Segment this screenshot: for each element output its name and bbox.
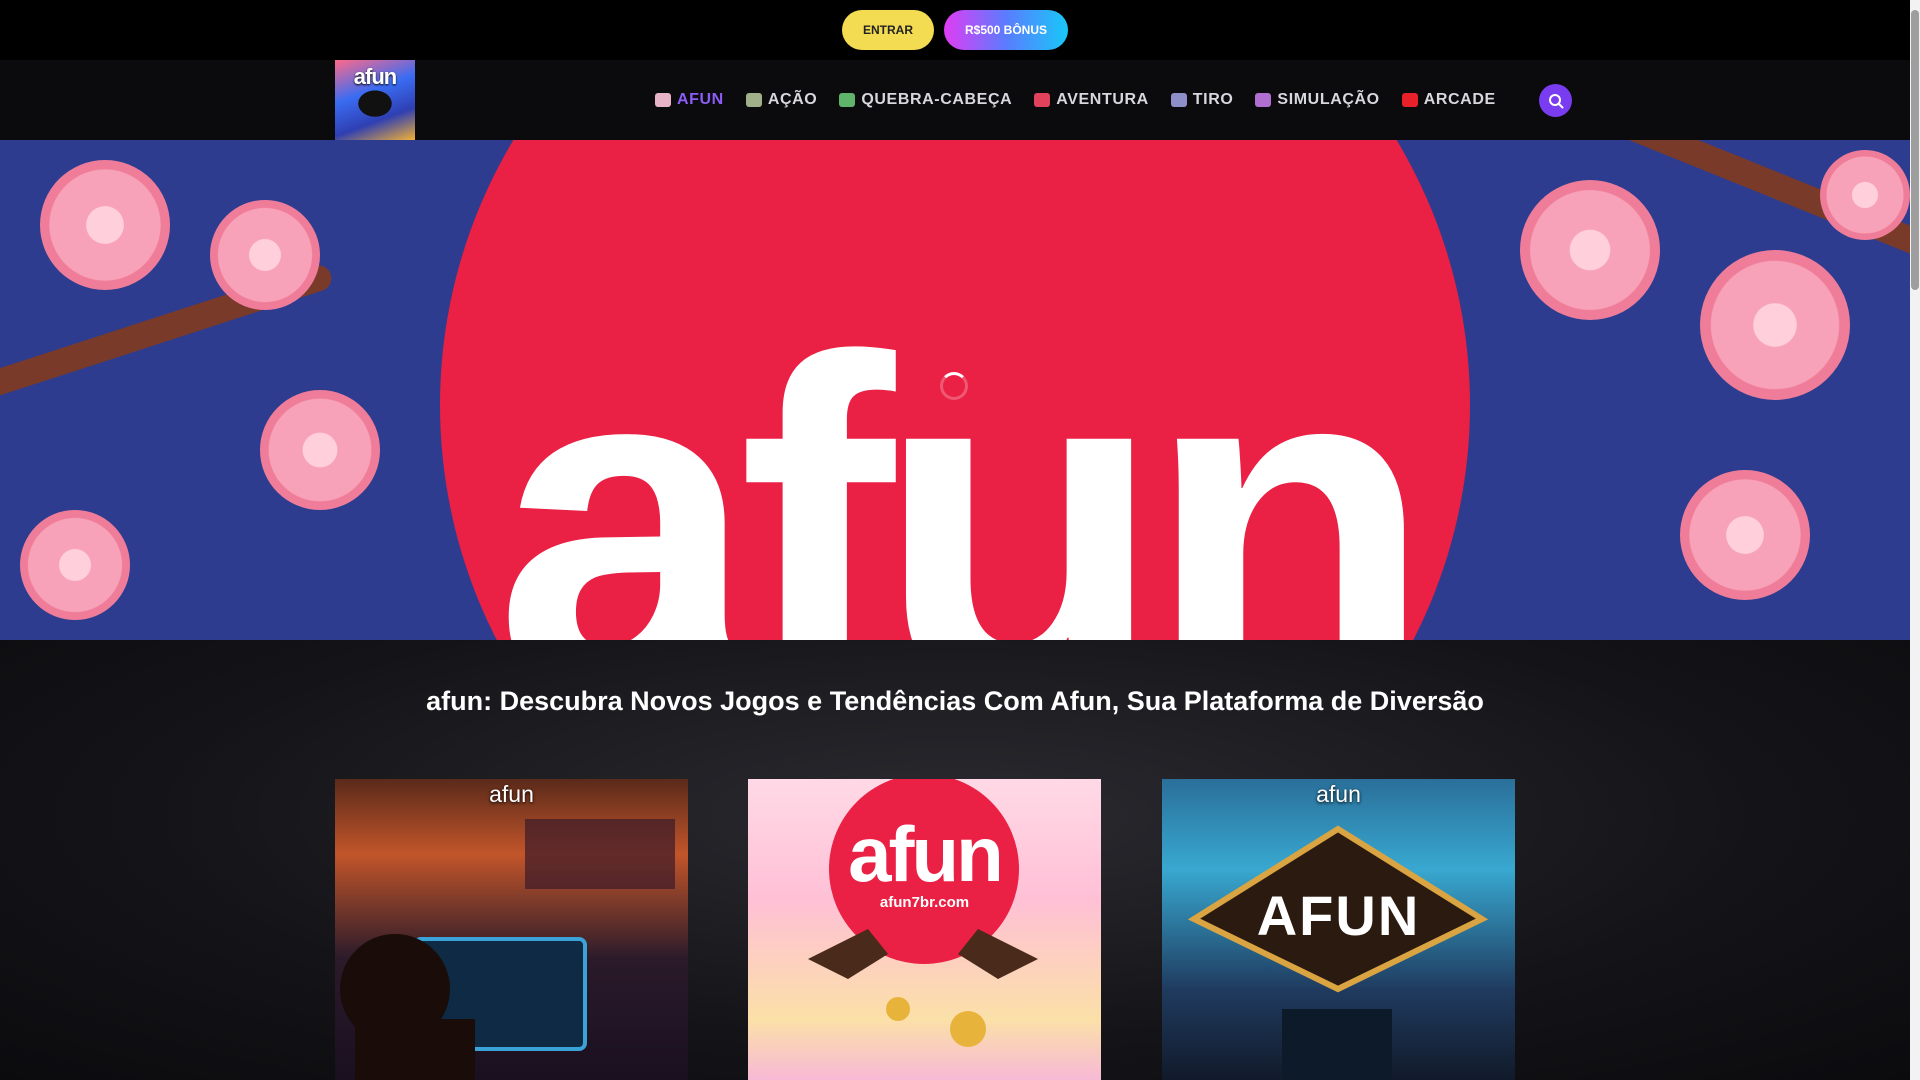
robot-icon [1255, 93, 1272, 107]
nav-item-label: AÇÃO [767, 91, 818, 108]
card-url-text: afun7br.com [879, 894, 970, 911]
scrollbar-thumb[interactable] [1911, 10, 1919, 290]
nav-item-acao[interactable]: AÇÃO [745, 91, 818, 109]
nav-item-simulacao[interactable]: SIMULAÇÃO [1255, 91, 1379, 109]
game-card[interactable]: afun AFUN [1162, 779, 1515, 1080]
auth-bar: ENTRAR R$500 BÔNUS [0, 0, 1910, 60]
search-button[interactable] [1539, 84, 1572, 117]
blossom [40, 160, 170, 290]
enter-button[interactable]: ENTRAR [842, 10, 934, 50]
logo-text: afun [353, 64, 397, 89]
content-section: afun: Descubra Novos Jogos e Tendências … [0, 640, 1910, 1080]
nav-item-label: AFUN [677, 91, 724, 108]
page-title: afun: Descubra Novos Jogos e Tendências … [426, 686, 1484, 716]
nav-item-quebra-cabeca[interactable]: QUEBRA-CABEÇA [839, 91, 1012, 109]
game-card[interactable]: afun [335, 779, 688, 1080]
eagle-icon [349, 90, 401, 124]
gamepad-icon [1170, 93, 1187, 107]
card-artwork [340, 819, 675, 1080]
hero-wordmark: afun [494, 262, 1433, 641]
card-headline: afun [848, 810, 1004, 898]
nav-item-aventura[interactable]: AVENTURA [1034, 91, 1149, 109]
page-scrollbar[interactable] [1910, 0, 1920, 1080]
hero-banner: afun [0, 140, 1910, 640]
nav-item-afun[interactable]: AFUN [655, 91, 724, 109]
play-icon [1401, 93, 1418, 107]
nav-item-label: TIRO [1192, 91, 1234, 108]
cube-icon [1034, 93, 1051, 107]
nav-item-label: ARCADE [1423, 91, 1496, 108]
puzzle-icon [839, 93, 856, 107]
nav-menu: AFUN AÇÃO QUEBRA-CABEÇA AVENTURA TIRO SI… [655, 60, 1496, 140]
nav-item-label: QUEBRA-CABEÇA [861, 91, 1013, 108]
loading-spinner-icon [940, 372, 968, 400]
nav-item-label: AVENTURA [1056, 91, 1149, 108]
nav-item-label: SIMULAÇÃO [1277, 91, 1380, 108]
nav-item-tiro[interactable]: TIRO [1170, 91, 1234, 109]
turtle-icon [745, 93, 762, 107]
home-icon [655, 93, 671, 107]
site-logo[interactable]: afun [335, 60, 415, 140]
nav-item-arcade[interactable]: ARCADE [1401, 91, 1496, 109]
search-icon [1548, 93, 1563, 108]
main-nav: afun AFUN AÇÃO QUEBRA-CABEÇA AVENTURA TI… [0, 60, 1910, 141]
card-sign-text: AFUN [1256, 884, 1421, 947]
bonus-button[interactable]: R$500 BÔNUS [944, 10, 1068, 50]
blossom [1820, 150, 1910, 240]
game-card[interactable]: afun afun afun7br.com [748, 779, 1101, 1080]
